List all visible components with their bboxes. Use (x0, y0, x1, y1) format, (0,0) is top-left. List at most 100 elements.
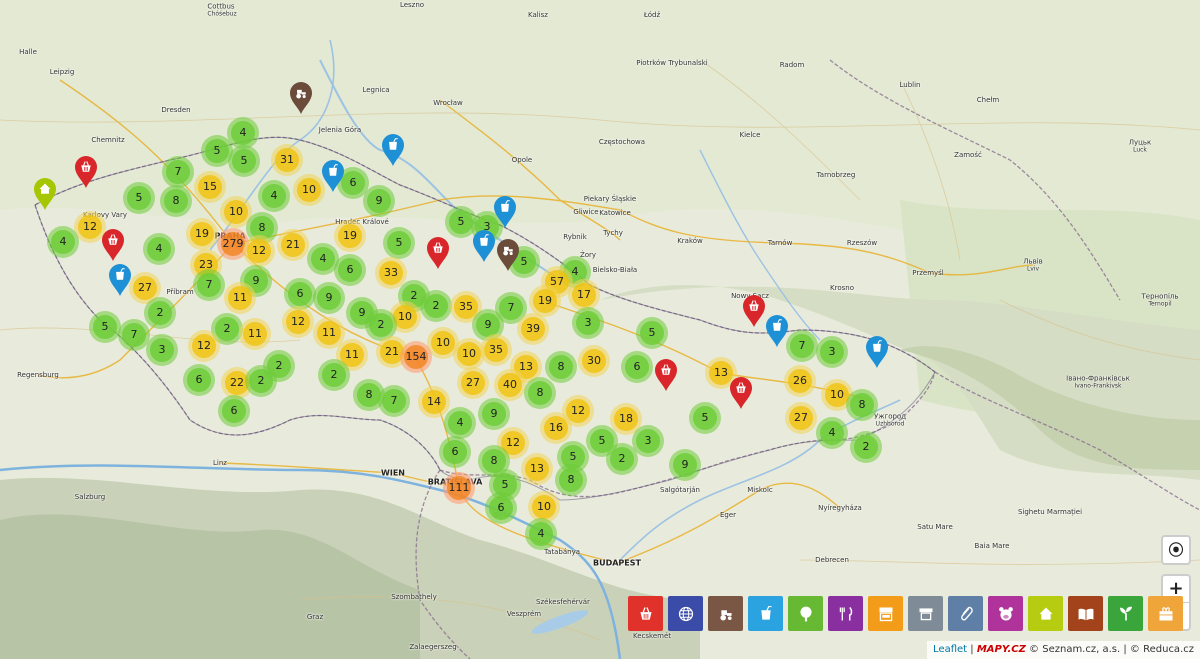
tractor-pin[interactable] (496, 238, 520, 272)
filter-drink-button[interactable] (748, 596, 783, 631)
marker-cluster[interactable]: 7 (193, 269, 225, 301)
marker-cluster[interactable]: 5 (636, 317, 668, 349)
filter-pig-button[interactable] (988, 596, 1023, 631)
marker-cluster[interactable]: 8 (545, 351, 577, 383)
marker-cluster[interactable]: 6 (183, 364, 215, 396)
drink-pin[interactable] (321, 159, 345, 193)
marker-cluster[interactable]: 2 (420, 290, 452, 322)
marker-cluster[interactable]: 16 (540, 412, 572, 444)
drink-pin[interactable] (765, 314, 789, 348)
marker-cluster[interactable]: 6 (334, 254, 366, 286)
drink-pin[interactable] (493, 195, 517, 229)
filter-gift-button[interactable] (1148, 596, 1183, 631)
marker-cluster[interactable]: 9 (669, 449, 701, 481)
marker-cluster[interactable]: 6 (621, 351, 653, 383)
marker-cluster[interactable]: 4 (143, 233, 175, 265)
marker-cluster[interactable]: 13 (521, 453, 553, 485)
marker-cluster[interactable]: 6 (485, 492, 517, 524)
marker-cluster[interactable]: 5 (123, 182, 155, 214)
mapy-cz-logo[interactable]: MAPY.CZ (977, 644, 1026, 655)
marker-cluster[interactable]: 4 (258, 180, 290, 212)
marker-cluster[interactable]: 3 (572, 307, 604, 339)
marker-cluster[interactable]: 15 (194, 171, 226, 203)
marker-cluster[interactable]: 8 (524, 377, 556, 409)
filter-food-button[interactable] (828, 596, 863, 631)
basket-pin[interactable] (654, 358, 678, 392)
marker-cluster[interactable]: 17 (568, 279, 600, 311)
marker-cluster[interactable]: 6 (439, 436, 471, 468)
reduca-attribution[interactable]: © Reduca.cz (1130, 644, 1194, 655)
marker-cluster[interactable]: 19 (186, 218, 218, 250)
marker-cluster[interactable]: 2 (850, 431, 882, 463)
marker-cluster[interactable]: 14 (418, 386, 450, 418)
marker-cluster[interactable]: 35 (480, 334, 512, 366)
marker-cluster[interactable]: 2 (144, 297, 176, 329)
marker-cluster[interactable]: 10 (453, 338, 485, 370)
marker-cluster[interactable]: 6 (218, 395, 250, 427)
marker-cluster[interactable]: 3 (816, 336, 848, 368)
marker-cluster[interactable]: 27 (785, 402, 817, 434)
marker-cluster[interactable]: 26 (784, 365, 816, 397)
marker-cluster[interactable]: 39 (517, 313, 549, 345)
leaflet-link[interactable]: Leaflet (933, 644, 967, 655)
marker-cluster[interactable]: 3 (146, 334, 178, 366)
marker-cluster[interactable]: 11 (224, 282, 256, 314)
filter-tractor-button[interactable] (708, 596, 743, 631)
marker-cluster[interactable]: 2 (245, 365, 277, 397)
tractor-pin[interactable] (289, 81, 313, 115)
marker-cluster[interactable]: 9 (313, 282, 345, 314)
marker-cluster[interactable]: 4 (444, 407, 476, 439)
drink-pin[interactable] (381, 133, 405, 167)
filter-globe-button[interactable] (668, 596, 703, 631)
marker-cluster[interactable]: 2 (606, 443, 638, 475)
marker-cluster[interactable]: 4 (816, 417, 848, 449)
marker-cluster[interactable]: 5 (383, 227, 415, 259)
drink-pin[interactable] (108, 263, 132, 297)
marker-cluster[interactable]: 5 (89, 311, 121, 343)
filter-stand-button[interactable] (908, 596, 943, 631)
marker-cluster[interactable]: 7 (786, 330, 818, 362)
filter-plant-button[interactable] (1108, 596, 1143, 631)
marker-cluster[interactable]: 5 (689, 402, 721, 434)
filter-basket-button[interactable] (628, 596, 663, 631)
drink-pin[interactable] (865, 335, 889, 369)
basket-pin[interactable] (742, 294, 766, 328)
marker-cluster[interactable]: 12 (243, 235, 275, 267)
marker-cluster[interactable]: 9 (363, 185, 395, 217)
marker-cluster[interactable]: 31 (271, 144, 303, 176)
marker-cluster[interactable]: 8 (555, 464, 587, 496)
marker-cluster[interactable]: 8 (160, 185, 192, 217)
filter-stall-button[interactable] (868, 596, 903, 631)
marker-cluster[interactable]: 7 (118, 319, 150, 351)
filter-tree-button[interactable] (788, 596, 823, 631)
filter-clip-button[interactable] (948, 596, 983, 631)
marker-cluster[interactable]: 30 (578, 345, 610, 377)
basket-pin[interactable] (74, 155, 98, 189)
basket-pin[interactable] (426, 236, 450, 270)
marker-cluster[interactable]: 9 (478, 398, 510, 430)
filter-home-button[interactable] (1028, 596, 1063, 631)
marker-cluster[interactable]: 2 (318, 359, 350, 391)
marker-cluster[interactable]: 27 (457, 367, 489, 399)
marker-cluster[interactable]: 5 (228, 145, 260, 177)
map-canvas[interactable]: Cottbus Chóśebuz Leszno Kalisz Łódź Halle Leip… (0, 0, 1200, 659)
marker-cluster[interactable]: 12 (282, 306, 314, 338)
marker-cluster[interactable]: 12 (188, 330, 220, 362)
marker-cluster[interactable]: 7 (162, 156, 194, 188)
marker-cluster[interactable]: 154 (400, 341, 432, 373)
marker-cluster[interactable]: 11 (239, 318, 271, 350)
marker-cluster[interactable]: 19 (334, 220, 366, 252)
locate-button[interactable]: ⦿ (1163, 537, 1189, 563)
marker-cluster[interactable]: 4 (525, 518, 557, 550)
drink-pin[interactable] (472, 229, 496, 263)
marker-cluster[interactable]: 111 (443, 472, 475, 504)
basket-pin[interactable] (729, 376, 753, 410)
marker-cluster[interactable]: 7 (378, 385, 410, 417)
marker-cluster[interactable]: 40 (494, 369, 526, 401)
marker-cluster[interactable]: 21 (277, 229, 309, 261)
basket-pin[interactable] (101, 228, 125, 262)
marker-cluster[interactable]: 4 (47, 226, 79, 258)
filter-book-button[interactable] (1068, 596, 1103, 631)
home-pin[interactable] (33, 177, 57, 211)
seznam-attribution[interactable]: © Seznam.cz, a.s. (1029, 644, 1120, 655)
